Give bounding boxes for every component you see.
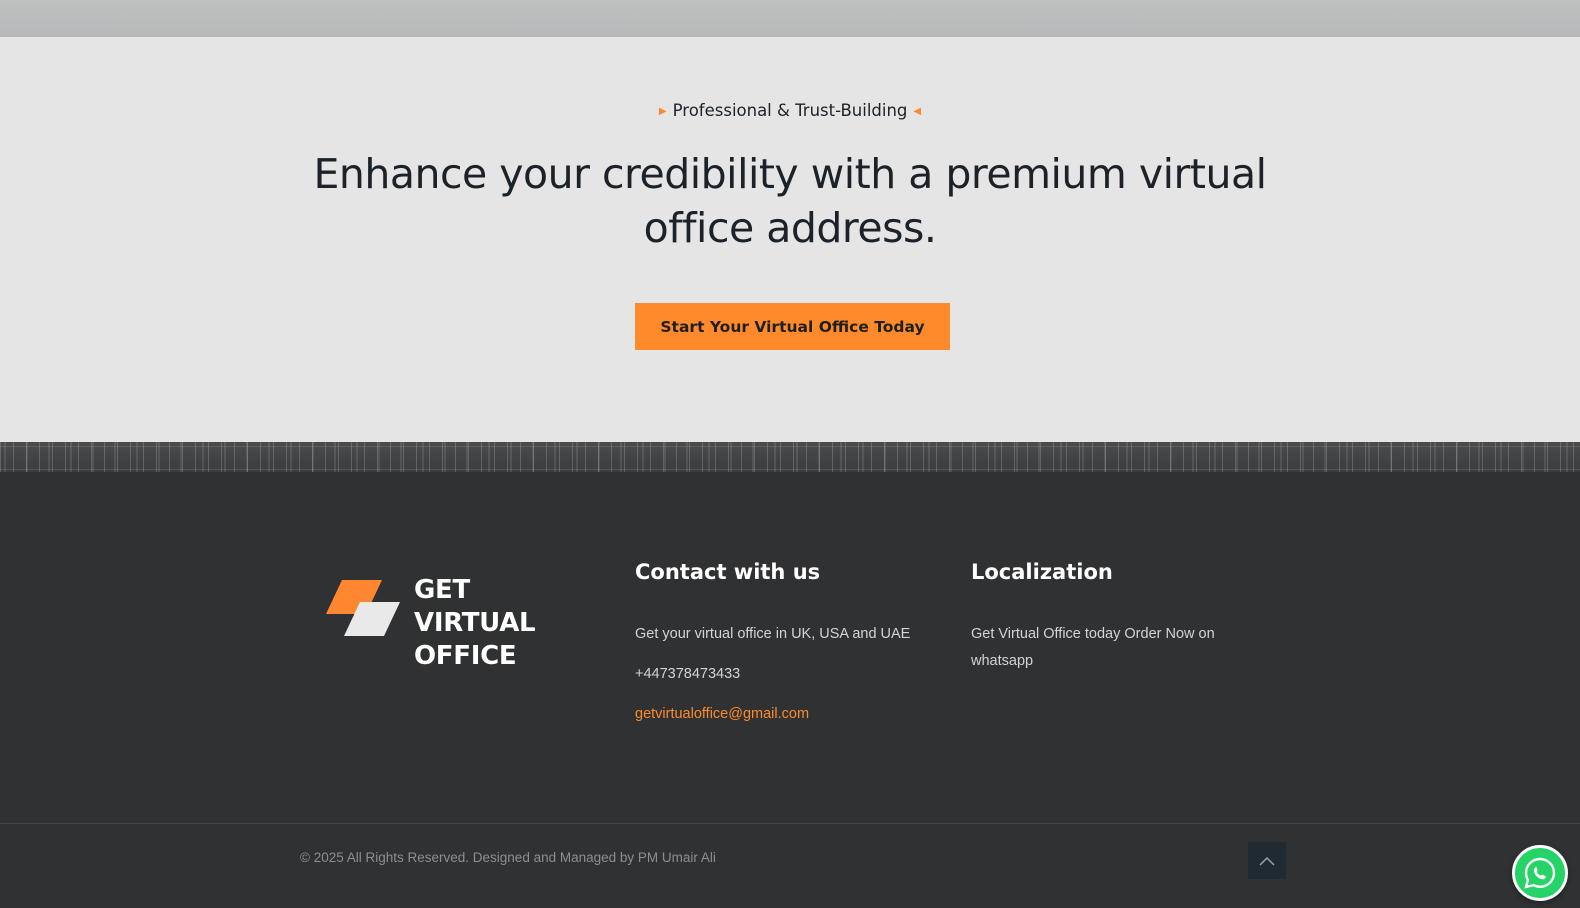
whatsapp-icon: [1524, 857, 1556, 889]
whatsapp-chat-button[interactable]: [1512, 845, 1568, 901]
chevron-up-icon: [1259, 856, 1275, 866]
cta-section: ▶ Professional & Trust-Building ◀ Enhance …: [0, 37, 1580, 442]
start-virtual-office-button[interactable]: Start Your Virtual Office Today: [635, 303, 950, 350]
localization-line-2: whatsapp: [971, 653, 1034, 669]
localization-title: Localization: [971, 560, 1113, 584]
triangle-left-icon: ◀: [913, 106, 922, 117]
contact-email-link[interactable]: getvirtualoffice@gmail.com: [635, 701, 809, 728]
contact-description: Get your virtual office in UK, USA and U…: [635, 626, 911, 642]
decorative-border-band: [0, 442, 1580, 472]
cta-eyebrow: ▶ Professional & Trust-Building ◀: [0, 101, 1580, 120]
parallelogram-logo-icon: [326, 580, 400, 636]
contact-phone: +447378473433: [635, 666, 741, 682]
contact-title: Contact with us: [635, 560, 821, 584]
logo-wordmark: GET VIRTUAL OFFICE: [414, 574, 597, 673]
logo-line-1: GET VIRTUAL: [414, 575, 536, 638]
footer-bottom-bar: © 2025 All Rights Reserved. Designed and…: [0, 824, 1580, 908]
cta-eyebrow-text: Professional & Trust-Building: [672, 101, 908, 120]
logo-line-2: OFFICE: [414, 641, 517, 671]
back-to-top-button[interactable]: [1248, 842, 1286, 879]
localization-line-1: Get Virtual Office today Order Now on: [971, 626, 1215, 642]
footer-logo[interactable]: GET VIRTUAL OFFICE: [322, 575, 597, 671]
footer: GET VIRTUAL OFFICE Contact with us Get y…: [0, 472, 1580, 823]
cta-heading: Enhance your credibility with a premium …: [313, 150, 1267, 252]
copyright-text: © 2025 All Rights Reserved. Designed and…: [300, 850, 716, 865]
top-hero-strip: [0, 0, 1580, 37]
triangle-right-icon: ▶: [658, 106, 667, 117]
